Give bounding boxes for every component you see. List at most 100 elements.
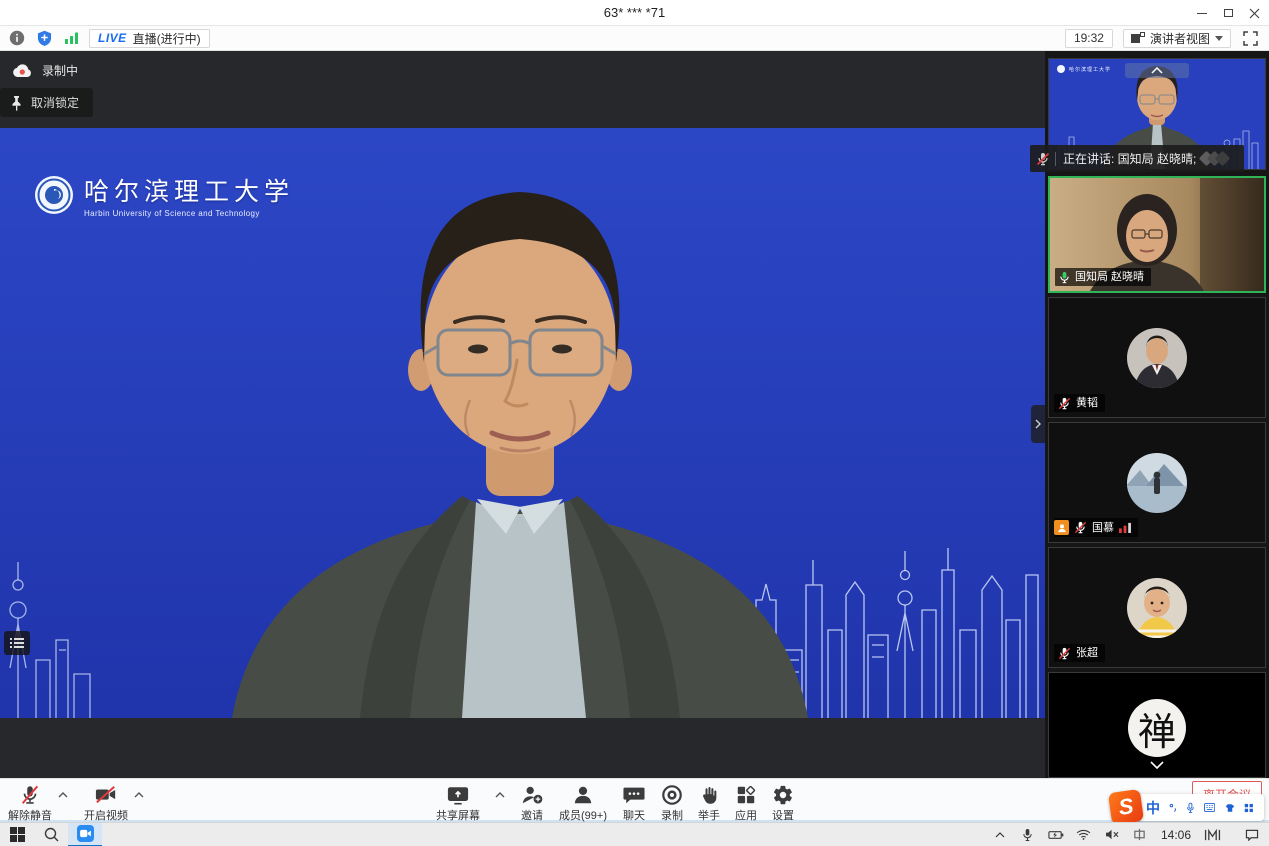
live-status-text: 直播(进行中) [133, 30, 201, 47]
punctuation-icon[interactable] [1169, 802, 1177, 814]
skin-icon[interactable] [1224, 802, 1235, 814]
tray-volume-button[interactable] [1099, 823, 1125, 846]
caption-panel-button[interactable] [4, 631, 30, 655]
participant-tile[interactable]: 禅 [1048, 672, 1266, 778]
recording-indicator: 录制中 [12, 62, 78, 79]
mic-muted-icon [1074, 521, 1087, 534]
apps-label: 应用 [735, 807, 757, 823]
camera-muted-icon [94, 784, 118, 806]
video-options-chevron[interactable] [134, 792, 144, 798]
tray-mic-button[interactable] [1015, 823, 1041, 846]
mic-active-icon [1059, 271, 1070, 284]
info-icon [9, 30, 25, 46]
record-icon [661, 784, 683, 806]
network-poor-icon [1119, 522, 1131, 533]
share-options-chevron[interactable] [495, 792, 505, 798]
toolbox-icon[interactable] [1244, 802, 1254, 814]
title-bar: 63* *** *71 [0, 0, 1269, 26]
ime-mode-indicator[interactable]: 中 [1146, 798, 1160, 818]
security-button[interactable] [35, 29, 53, 47]
tray-ime-status-button[interactable] [1199, 823, 1225, 846]
unmute-button[interactable]: 解除静音 [8, 784, 52, 823]
network-status-button[interactable] [62, 29, 80, 47]
avatar: 禅 [1128, 699, 1186, 757]
shield-icon [37, 30, 52, 46]
live-status-badge[interactable]: LIVE 直播(进行中) [89, 29, 210, 48]
meeting-toolbar: 解除静音 开启视频 [0, 778, 1269, 822]
scroll-down-indicator[interactable] [1150, 761, 1164, 769]
university-emblem-icon [34, 175, 74, 215]
meeting-header: LIVE 直播(进行中) 19:32 演讲者视图 [0, 26, 1269, 51]
soft-keyboard-icon[interactable] [1204, 802, 1215, 813]
ime-lang-icon [1133, 828, 1146, 841]
search-button[interactable] [34, 823, 68, 846]
share-screen-button[interactable]: 共享屏幕 [436, 784, 480, 823]
collapse-thumbnails-button[interactable] [1125, 63, 1189, 78]
participant-tile[interactable]: 国慕 [1048, 422, 1266, 543]
toolbar-center-group: 共享屏幕 邀请 成员(99+) [436, 784, 794, 823]
tray-ime-button[interactable] [1127, 823, 1153, 846]
record-button[interactable]: 录制 [661, 784, 683, 823]
volume-indicator-icon [1204, 153, 1228, 164]
unpin-button[interactable]: 取消锁定 [0, 88, 93, 117]
share-screen-label: 共享屏幕 [436, 807, 480, 823]
chevron-right-icon [1035, 419, 1041, 429]
divider [1055, 152, 1056, 166]
apps-button[interactable]: 应用 [735, 784, 757, 823]
members-button[interactable]: 成员(99+) [559, 784, 607, 823]
mic-muted-icon [1058, 647, 1071, 660]
raise-hand-icon [698, 784, 720, 806]
participant-label: 国慕 [1054, 518, 1138, 537]
fullscreen-button[interactable] [1241, 29, 1259, 47]
logo-subtitle: Harbin University of Science and Technol… [84, 209, 294, 218]
start-video-label: 开启视频 [84, 807, 128, 823]
members-icon [571, 784, 595, 806]
invite-button[interactable]: 邀请 [520, 784, 544, 823]
participant-name: 黄韬 [1076, 396, 1098, 410]
participant-tile-active[interactable]: 国知局 赵晓晴 [1048, 176, 1266, 293]
settings-button[interactable]: 设置 [772, 784, 794, 823]
maximize-icon [1224, 9, 1233, 17]
mute-options-chevron[interactable] [58, 792, 68, 798]
speaking-text: 正在讲话: 国知局 赵晓晴; [1063, 150, 1196, 167]
chevron-up-icon [995, 832, 1005, 838]
minimize-button[interactable] [1189, 0, 1215, 26]
chevron-down-icon [1150, 761, 1164, 769]
meeting-header-right: 19:32 演讲者视图 [1065, 29, 1269, 48]
close-button[interactable] [1241, 0, 1267, 26]
tray-expand-button[interactable] [987, 823, 1013, 846]
start-button[interactable] [0, 823, 34, 846]
chevron-up-icon [134, 792, 144, 798]
taskbar-left [0, 823, 102, 846]
recording-label: 录制中 [42, 62, 78, 79]
maximize-button[interactable] [1215, 0, 1241, 26]
tray-battery-button[interactable] [1043, 823, 1069, 846]
sogou-logo[interactable]: S [1108, 789, 1144, 825]
main-video: 哈尔滨理工大学 Harbin University of Science and… [0, 128, 1045, 718]
tray-wifi-button[interactable] [1071, 823, 1097, 846]
pin-icon [10, 95, 23, 111]
action-center-button[interactable] [1239, 823, 1265, 846]
gear-icon [772, 784, 794, 806]
members-label: 成员(99+) [559, 807, 607, 823]
chat-button[interactable]: 聊天 [622, 784, 646, 823]
apps-icon [735, 784, 757, 806]
live-label: LIVE [98, 31, 127, 45]
view-mode-button[interactable]: 演讲者视图 [1123, 29, 1231, 48]
settings-label: 设置 [772, 807, 794, 823]
participant-tile[interactable]: 黄韬 [1048, 297, 1266, 418]
participant-tile[interactable]: 张超 [1048, 547, 1266, 668]
ime-toolbar: S 中 [1112, 794, 1264, 821]
taskbar-clock[interactable]: 14:06 [1155, 828, 1197, 842]
list-icon [10, 637, 24, 649]
voice-input-icon[interactable] [1186, 801, 1195, 815]
speaking-banner: 正在讲话: 国知局 赵晓晴; [1030, 145, 1244, 172]
start-video-button[interactable]: 开启视频 [84, 784, 128, 823]
meeting-info-button[interactable] [8, 29, 26, 47]
invite-person-icon [520, 784, 544, 806]
sidebar-collapse-handle[interactable] [1031, 405, 1045, 443]
avatar [1126, 577, 1188, 639]
desktop: 63* *** *71 LIVE 直播(进行中) [0, 0, 1269, 846]
meeting-app-task-button[interactable] [68, 823, 102, 846]
raise-hand-button[interactable]: 举手 [698, 784, 720, 823]
